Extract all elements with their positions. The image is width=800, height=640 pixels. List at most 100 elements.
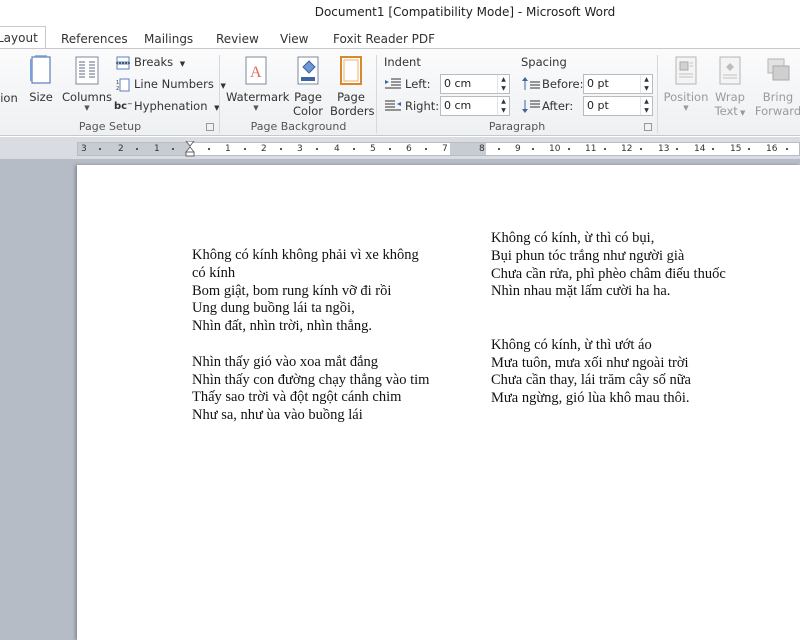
orientation-label: ion xyxy=(0,91,18,105)
hyphenation-label: Hyphenation xyxy=(134,99,208,113)
ruler-tick xyxy=(425,148,427,150)
position-label: Position xyxy=(663,90,709,104)
indent-right-icon xyxy=(385,100,401,111)
indent-marker-icon[interactable] xyxy=(185,141,195,157)
indent-heading: Indent xyxy=(384,55,421,69)
line-numbers-icon: 12 xyxy=(116,78,130,92)
indent-right-value: 0 cm xyxy=(444,99,472,112)
page-setup-group-label: Page Setup xyxy=(78,120,142,133)
tab-foxit-reader-pdf[interactable]: Foxit Reader PDF xyxy=(333,28,435,49)
ruler-tick xyxy=(136,148,138,150)
poem-line: Nhìn thấy con đường chạy thẳng vào tim xyxy=(192,371,430,388)
poem-line: Không có kính, ừ thì ướt áo xyxy=(491,336,652,353)
wrap-text-label-2: Text xyxy=(714,104,738,118)
ruler-tick xyxy=(172,148,174,150)
spinner-arrows-icon[interactable]: ▲ ▼ xyxy=(497,97,509,115)
size-button[interactable]: Size xyxy=(26,55,56,104)
ruler-number: 7 xyxy=(442,144,448,154)
position-button[interactable]: Position ▼ xyxy=(663,55,709,112)
tab-view[interactable]: View xyxy=(280,28,308,49)
poem-line: Mưa ngừng, gió lùa khô mau thôi. xyxy=(491,390,690,407)
ruler-number: 3 xyxy=(81,144,87,154)
hyphenation-icon: bc⁻ xyxy=(114,100,133,112)
ruler-tick xyxy=(316,148,318,150)
ruler-tick xyxy=(389,148,391,150)
ruler-number: 14 xyxy=(694,144,706,154)
tab-review[interactable]: Review xyxy=(216,28,259,49)
watermark-button[interactable]: A Watermark ▼ xyxy=(226,55,290,112)
ribbon: ion Size Columns ▼ Breaks ▼ 12 Line Numb… xyxy=(0,48,800,136)
ruler-tick xyxy=(568,148,570,150)
poem-line: Thấy sao trời và đột ngột cánh chim xyxy=(192,389,402,406)
spacing-after-value: 0 pt xyxy=(587,99,609,112)
poem-line: Nhìn đất, nhìn trời, nhìn thẳng. xyxy=(192,318,373,335)
watermark-label: Watermark xyxy=(226,90,290,104)
tab-mailings[interactable]: Mailings xyxy=(144,28,193,49)
window-title: Document1 [Compatibility Mode] - Microso… xyxy=(314,5,616,19)
ruler-tick xyxy=(498,148,500,150)
document-page[interactable]: Không có kính không phải vì xe không có … xyxy=(77,165,800,640)
ruler-tick xyxy=(208,148,210,150)
spinner-arrows-icon[interactable]: ▲ ▼ xyxy=(640,97,652,115)
page-borders-icon xyxy=(340,56,362,85)
page-color-label-2: Color xyxy=(292,104,324,118)
spacing-before-icon xyxy=(522,77,540,90)
ruler-number: 3 xyxy=(297,144,303,154)
poem-line: Không có kính, ừ thì có bụi, xyxy=(491,230,655,246)
ruler-tick xyxy=(604,148,606,150)
ribbon-tabs: Layout References Mailings Review View F… xyxy=(0,25,800,50)
bring-forward-label-1: Bring xyxy=(762,90,794,104)
watermark-icon: A xyxy=(245,56,267,85)
page-color-label-1: Page xyxy=(294,90,322,104)
page-color-button[interactable]: Page Color xyxy=(288,55,328,118)
wrap-text-label-1: Wrap xyxy=(715,90,745,104)
indent-left-spinner[interactable]: 0 cm ▲ ▼ xyxy=(440,74,510,94)
page-borders-label-2: Borders xyxy=(330,104,375,118)
columns-button[interactable]: Columns ▼ xyxy=(62,55,112,112)
line-numbers-button[interactable]: 12 Line Numbers ▼ xyxy=(116,75,226,93)
ruler-number: 15 xyxy=(730,144,742,154)
tab-references[interactable]: References xyxy=(61,28,128,49)
size-label: Size xyxy=(29,90,53,104)
ruler-number: 16 xyxy=(766,144,778,154)
breaks-dropdown-icon: ▼ xyxy=(179,60,186,68)
line-numbers-label: Line Numbers xyxy=(134,77,214,91)
columns-icon xyxy=(75,56,99,85)
ruler-tick xyxy=(244,148,246,150)
poem-line: Chưa cần rửa, phì phèo châm điếu thuốc xyxy=(491,265,726,282)
page-setup-dialog-launcher-icon[interactable] xyxy=(206,123,214,131)
ruler-number: 6 xyxy=(406,144,412,154)
indent-right-spinner[interactable]: 0 cm ▲ ▼ xyxy=(440,96,510,116)
poem-line: Như sa, như ùa vào buồng lái xyxy=(192,407,363,424)
ruler-tick xyxy=(640,148,642,150)
spacing-before-label: Before: xyxy=(542,77,584,91)
wrap-text-button[interactable]: Wrap Text ▼ xyxy=(711,55,749,118)
poem-line: có kính xyxy=(192,264,236,281)
tab-layout[interactable]: Layout xyxy=(0,26,46,50)
poem-line: Nhìn nhau mặt lấm cười ha ha. xyxy=(491,283,671,300)
ruler-tick xyxy=(676,148,678,150)
title-bar: Document1 [Compatibility Mode] - Microso… xyxy=(0,0,800,25)
paragraph-dialog-launcher-icon[interactable] xyxy=(644,123,652,131)
poem-line: Bom giật, bom rung kính vỡ đi rồi xyxy=(192,282,392,299)
orientation-button[interactable]: ion xyxy=(0,57,20,105)
ruler-tick xyxy=(99,148,101,150)
breaks-label: Breaks xyxy=(134,55,174,69)
column-1: Không có kính không phải vì xe không có … xyxy=(192,247,429,425)
spacing-after-spinner[interactable]: 0 pt ▲ ▼ xyxy=(583,96,653,116)
poem-line: Mưa tuôn, mưa xối như ngoài trời xyxy=(491,354,689,371)
bring-forward-icon xyxy=(767,58,790,81)
breaks-button[interactable]: Breaks ▼ xyxy=(116,53,185,71)
horizontal-ruler[interactable]: 3 2 1 1 2 3 4 5 6 7 8 9 10 11 12 13 14 1… xyxy=(77,141,800,157)
spinner-arrows-icon[interactable]: ▲ ▼ xyxy=(640,75,652,93)
ruler-number: 12 xyxy=(621,144,633,154)
ruler-number: 2 xyxy=(261,144,267,154)
ruler-tick xyxy=(532,148,534,150)
spacing-before-spinner[interactable]: 0 pt ▲ ▼ xyxy=(583,74,653,94)
page-background-group-label: Page Background xyxy=(250,120,347,133)
bring-forward-button[interactable]: Bring Forward xyxy=(752,55,800,118)
hyphenation-button[interactable]: bc⁻ Hyphenation ▼ xyxy=(114,97,220,115)
page-borders-button[interactable]: Page Borders xyxy=(330,55,375,118)
spinner-arrows-icon[interactable]: ▲ ▼ xyxy=(497,75,509,93)
watermark-dropdown-icon: ▼ xyxy=(253,104,259,112)
